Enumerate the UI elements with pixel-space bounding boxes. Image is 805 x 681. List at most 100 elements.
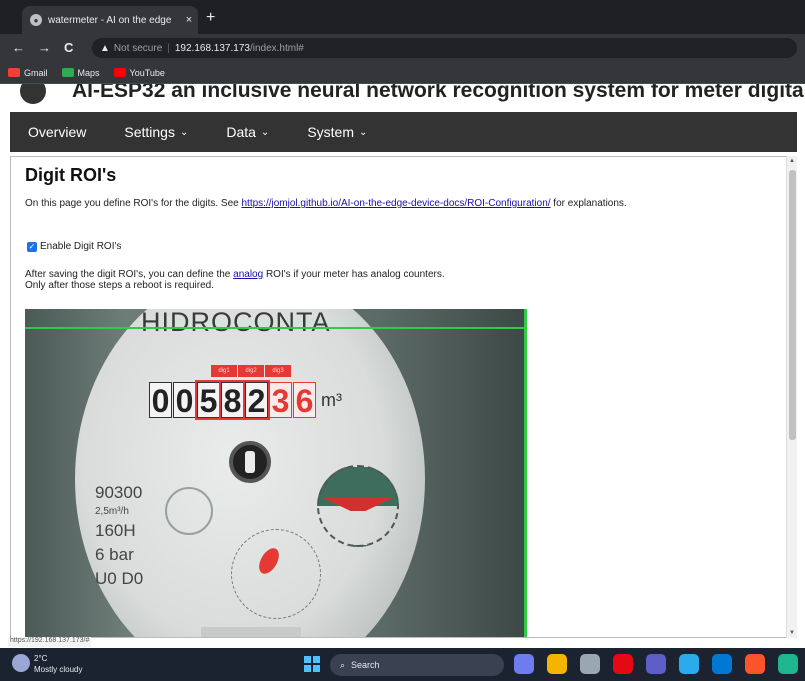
meter-digit: 0 xyxy=(173,382,196,419)
bookmark-label: Gmail xyxy=(24,67,48,78)
menu-data[interactable]: Data ⌄ xyxy=(226,124,269,140)
bookmark-label: YouTube xyxy=(129,67,165,78)
telegram-icon[interactable] xyxy=(679,654,699,674)
content-frame: Digit ROI's On this page you define ROI'… xyxy=(10,156,797,638)
edge-icon[interactable] xyxy=(778,654,798,674)
weather-icon[interactable] xyxy=(12,654,30,672)
meter-digit[interactable]: 8 xyxy=(219,380,246,420)
info-text: After saving the digit ROI's, you can de… xyxy=(25,269,234,280)
spec-line: U0 D0 xyxy=(95,569,144,588)
menu-system[interactable]: System ⌄ xyxy=(307,124,367,140)
menu-label: Overview xyxy=(28,124,87,140)
scroll-thumb[interactable] xyxy=(789,170,796,440)
address-separator: | xyxy=(167,42,170,54)
meter-digit: 0 xyxy=(149,382,172,419)
spec-line: 160H xyxy=(95,521,136,540)
search-placeholder: Search xyxy=(351,660,380,670)
url-host: 192.168.137.173 xyxy=(174,42,250,54)
meter-digit: 6 xyxy=(293,382,316,419)
chrome-icon[interactable] xyxy=(547,654,567,674)
forward-button[interactable]: → xyxy=(38,40,51,55)
menu-settings[interactable]: Settings ⌄ xyxy=(124,124,188,140)
content-scrollbar[interactable]: ▲ ▼ xyxy=(786,156,797,638)
page-header: AI-ESP32 an inclusive neural network rec… xyxy=(0,84,805,112)
roi-tag[interactable]: dig1 xyxy=(211,365,237,377)
bookmark-youtube[interactable]: YouTube xyxy=(113,67,165,78)
analog-link[interactable]: analog xyxy=(233,269,263,280)
back-button[interactable]: ← xyxy=(12,40,25,55)
menu-label: Settings xyxy=(124,124,175,140)
menu-label: System xyxy=(307,124,354,140)
spec-line: 6 bar xyxy=(95,545,134,564)
logo-icon xyxy=(20,84,46,104)
url-path: /index.html# xyxy=(249,42,304,54)
roi-guide-line-right xyxy=(524,309,527,637)
meter-label xyxy=(201,627,301,637)
settings-icon[interactable] xyxy=(580,654,600,674)
intro-text: On this page you define ROI's for the di… xyxy=(25,198,242,209)
taskbar-apps xyxy=(514,654,805,674)
meter-screw xyxy=(165,487,213,535)
netflix-icon[interactable] xyxy=(613,654,633,674)
roi-tags: dig1 dig2 dig3 xyxy=(211,365,292,377)
roi-tag[interactable]: dig3 xyxy=(265,365,291,377)
tab-title: watermeter - AI on the edge xyxy=(48,14,172,26)
menu-overview[interactable]: Overview xyxy=(28,124,86,140)
reload-button[interactable]: C xyxy=(64,40,73,55)
roi-guide-line xyxy=(25,327,527,329)
brave-icon[interactable] xyxy=(745,654,765,674)
bookmark-label: Maps xyxy=(77,67,100,78)
chevron-down-icon: ⌄ xyxy=(179,126,189,138)
meter-brand: HIDROCONTA xyxy=(141,309,331,337)
security-label: Not secure xyxy=(113,42,163,54)
spec-line: 2,5m³/h xyxy=(95,506,129,517)
roi-tag[interactable]: dig2 xyxy=(238,365,264,377)
section-heading: Digit ROI's xyxy=(25,165,117,185)
tab-close-button[interactable]: × xyxy=(180,14,198,26)
bookmark-maps[interactable]: Maps xyxy=(61,67,100,78)
browser-tab[interactable]: ● watermeter - AI on the edge × xyxy=(22,6,198,34)
chevron-down-icon: ⌄ xyxy=(359,126,368,138)
scroll-down-icon[interactable]: ▼ xyxy=(789,630,795,636)
meter-unit: m³ xyxy=(321,389,342,410)
bookmark-gmail[interactable]: Gmail xyxy=(8,68,48,78)
weather-widget[interactable]: 2°C Mostly cloudy xyxy=(34,653,82,675)
flow-indicator xyxy=(229,441,271,483)
scroll-up-icon[interactable]: ▲ xyxy=(789,158,795,164)
meter-counter: 0 0 5 8 2 3 6 m³ xyxy=(149,380,342,420)
store-icon[interactable] xyxy=(712,654,732,674)
meter-spec-text: 90300 2,5m³/h 160H 6 bar U0 D0 xyxy=(95,481,143,591)
browser-tab-bar: ● watermeter - AI on the edge × + xyxy=(0,0,805,34)
page-title: AI-ESP32 an inclusive neural network rec… xyxy=(72,84,805,102)
teams-icon[interactable] xyxy=(646,654,666,674)
enable-digit-roi-row[interactable]: ✓ Enable Digit ROI's xyxy=(27,241,121,252)
enable-digit-roi-checkbox[interactable]: ✓ xyxy=(27,241,37,252)
meter-digit[interactable]: 5 xyxy=(195,380,222,420)
spec-line: 90300 xyxy=(95,483,143,502)
favicon-icon: ● xyxy=(30,14,42,26)
meter-image-canvas[interactable]: HIDROCONTA dig1 dig2 dig3 0 0 5 8 2 3 6 m³ 90300 2… xyxy=(25,309,527,637)
meter-digit[interactable]: 2 xyxy=(243,380,270,420)
docs-link[interactable]: https://jomjol.github.io/AI-on-the-edge-… xyxy=(241,198,550,209)
photos-icon[interactable] xyxy=(514,654,534,674)
start-icon[interactable] xyxy=(304,656,320,672)
menu-label: Data xyxy=(226,124,256,140)
youtube-icon xyxy=(113,68,126,77)
browser-toolbar: ← → C ▲ Not secure | 192.168.137.173 /in… xyxy=(0,34,805,62)
address-bar[interactable]: ▲ Not secure | 192.168.137.173 /index.ht… xyxy=(92,38,797,58)
gmail-icon xyxy=(8,68,20,77)
enable-digit-roi-label: Enable Digit ROI's xyxy=(40,241,122,252)
info-line2: Only after those steps a reboot is requi… xyxy=(25,280,214,291)
windows-taskbar: 2°C Mostly cloudy ⌕ Search xyxy=(0,648,805,681)
info-paragraph: After saving the digit ROI's, you can de… xyxy=(25,269,765,291)
taskbar-search[interactable]: ⌕ Search xyxy=(330,654,504,676)
intro-suffix: for explanations. xyxy=(550,198,627,209)
maps-icon xyxy=(61,68,74,77)
warning-icon[interactable]: ▲ xyxy=(100,43,110,54)
weather-condition: Mostly cloudy xyxy=(34,665,83,674)
main-menu: Overview Settings ⌄ Data ⌄ System ⌄ xyxy=(10,112,797,152)
new-tab-button[interactable]: + xyxy=(206,9,215,27)
analog-gauge-bottom xyxy=(231,529,321,619)
search-icon: ⌕ xyxy=(340,659,346,670)
status-url: https://192.168.137.173/# xyxy=(8,637,92,647)
